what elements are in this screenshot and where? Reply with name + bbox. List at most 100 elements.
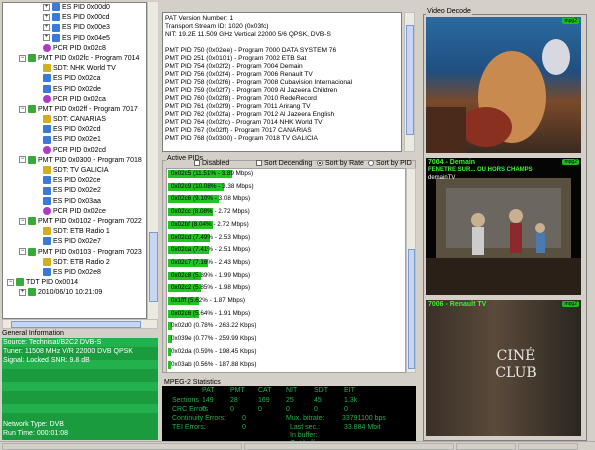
tree-item[interactable]: ES PID 0x02ce xyxy=(3,176,146,186)
tree-item[interactable]: +2010/06/10 10:21:09 xyxy=(3,288,146,298)
scroll-thumb[interactable] xyxy=(149,232,158,302)
pid-row-label: 0x1fff (5.62% - 1.87 Mbps) xyxy=(171,297,245,304)
tree-item[interactable]: − PMT PID 0x0102 - Program 7022 xyxy=(3,217,146,227)
stream-tree[interactable]: + ES PID 0x00d0 + ES PID 0x00cd + ES PID 0x00… xyxy=(2,2,147,319)
tree-item-label: ES PID 0x02e2 xyxy=(53,187,101,195)
sdt-icon xyxy=(43,166,51,175)
scroll-thumb[interactable] xyxy=(406,25,414,135)
expand-icon[interactable]: + xyxy=(43,24,50,32)
expand-icon[interactable]: + xyxy=(43,3,50,11)
status-pane xyxy=(2,443,242,450)
collapse-icon[interactable]: − xyxy=(19,156,26,164)
tree-item[interactable]: ES PID 0x02e8 xyxy=(3,268,146,278)
tree-item-label: SDT: NHK World TV xyxy=(53,65,116,73)
tree-item[interactable]: PCR PID 0x02cd xyxy=(3,145,146,156)
tree-item[interactable]: PCR PID 0x02c8 xyxy=(3,43,146,54)
pid-row[interactable]: 0x02bf (8.04% - 2.72 Mbps) xyxy=(168,220,249,230)
video-tile[interactable]: 7004 - Demain FENETRE SUR... OU HORS CHAM… xyxy=(426,158,581,295)
pid-row[interactable]: 0x02c2 (5.85% - 1.98 Mbps) xyxy=(168,283,250,293)
scroll-thumb[interactable] xyxy=(408,249,415,369)
crc-errors-value: 0 xyxy=(230,406,234,413)
es-icon xyxy=(43,196,51,205)
codec-badge: mpg2 xyxy=(562,159,579,165)
pid-row[interactable]: 0x1fff (5.62% - 1.87 Mbps) xyxy=(168,296,245,306)
tree-item-label: ES PID 0x00d0 xyxy=(62,4,110,11)
tree-item[interactable]: ES PID 0x02e2 xyxy=(3,186,146,196)
mux-bitrate-value: 33791100 bps xyxy=(342,415,386,422)
info-line: Transport Stream ID: 1020 (0x03fc) xyxy=(165,23,269,30)
stream-info-text[interactable]: PAT Version Number: 1 Transport Stream ID… xyxy=(162,12,402,152)
tree-item[interactable]: ES PID 0x03aa xyxy=(3,196,146,207)
sort-by-rate-radio[interactable]: Sort by Rate xyxy=(317,160,364,167)
tree-vertical-scrollbar[interactable] xyxy=(147,2,158,319)
pids-scrollbar[interactable] xyxy=(406,168,416,373)
pid-row[interactable]: 0x02c6 (5.64% - 1.91 Mbps) xyxy=(168,309,250,319)
tree-item[interactable]: ES PID 0x02de xyxy=(3,84,146,95)
tree-item[interactable]: ES PID 0x02e7 xyxy=(3,237,146,247)
tree-item[interactable]: SDT: TV GALICIA xyxy=(3,166,146,176)
tree-item[interactable]: − TDT PID 0x0014 xyxy=(3,278,146,288)
tree-item[interactable]: SDT: ETB Radio 1 xyxy=(3,227,146,237)
es-icon xyxy=(43,186,51,195)
pid-row[interactable]: 0x039e (0.77% - 259.99 Kbps) xyxy=(168,334,256,344)
pid-row[interactable]: 0x02da (0.59% - 198.45 Kbps) xyxy=(168,347,256,357)
pid-row[interactable]: 0x02c8 (5.89% - 1.99 Mbps) xyxy=(168,271,250,281)
tree-item[interactable]: SDT: NHK World TV xyxy=(3,64,146,74)
pid-row[interactable]: 0x02cc (8.08% - 2.72 Mbps) xyxy=(168,207,250,217)
info-scrollbar[interactable] xyxy=(404,12,415,152)
tree-horizontal-scrollbar[interactable] xyxy=(2,319,158,329)
sections-value: 45 xyxy=(314,397,322,404)
tree-item[interactable]: − PMT PID 0x0103 - Program 7023 xyxy=(3,247,146,258)
tree-item[interactable]: − PMT PID 0x0300 - Program 7018 xyxy=(3,155,146,166)
pid-row[interactable]: 0x02cd (7.49% - 2.53 Mbps) xyxy=(168,233,250,243)
pid-row[interactable]: 0x03ab (0.56% - 187.88 Kbps) xyxy=(168,360,256,370)
tree-item[interactable]: SDT: CANARIAS xyxy=(3,115,146,125)
info-line: PMT PID 768 (0x0300) - Program 7018 TV G… xyxy=(165,135,318,142)
sort-descending-checkbox[interactable]: Sort Decending xyxy=(256,160,312,167)
tree-item[interactable]: − PMT PID 0x02fc - Program 7014 xyxy=(3,54,146,64)
tree-item[interactable]: ES PID 0x02cd xyxy=(3,125,146,135)
tree-item-label: 2010/06/10 10:21:09 xyxy=(38,289,103,297)
pid-row[interactable]: 0x02c5 (11.51% - 3.89 Mbps) xyxy=(168,169,253,179)
expand-icon[interactable]: + xyxy=(43,34,50,42)
video-tile[interactable]: mpg2 xyxy=(426,17,581,153)
tree-item[interactable]: ES PID 0x02ca xyxy=(3,74,146,84)
collapse-icon[interactable]: − xyxy=(19,105,26,113)
tree-item[interactable]: + ES PID 0x00d0 xyxy=(3,3,146,13)
collapse-icon[interactable]: − xyxy=(19,248,26,256)
tree-item-label: ES PID 0x02e8 xyxy=(53,268,101,276)
active-pids-list[interactable]: 0x02c5 (11.51% - 3.89 Mbps) 0x02c9 (10.08… xyxy=(166,168,406,373)
collapse-icon[interactable]: − xyxy=(19,217,26,225)
tree-item[interactable]: PCR PID 0x02ce xyxy=(3,206,146,217)
es-icon xyxy=(43,125,51,134)
collapse-icon[interactable]: − xyxy=(7,278,14,286)
status-bar xyxy=(0,441,595,450)
tree-item[interactable]: + ES PID 0x00cd xyxy=(3,13,146,23)
pcr-icon xyxy=(43,206,51,215)
tree-item-label: PMT PID 0x0300 - Program 7018 xyxy=(38,156,142,164)
video-tile[interactable]: CINÉ CLUB 7006 - Renault TV mpg2 xyxy=(426,300,581,436)
scroll-thumb[interactable] xyxy=(11,321,141,328)
expand-icon[interactable]: + xyxy=(19,288,26,296)
pid-row-label: 0x03ab (0.56% - 187.88 Kbps) xyxy=(171,360,257,368)
tree-item[interactable]: ES PID 0x02e1 xyxy=(3,135,146,145)
tree-item[interactable]: + ES PID 0x00e3 xyxy=(3,23,146,33)
pid-row[interactable]: 0x02d0 (0.78% - 263.22 Kbps) xyxy=(168,321,256,331)
pid-row[interactable]: 0x02ca (7.41% - 2.51 Mbps) xyxy=(168,245,250,255)
pid-row[interactable]: 0x02c7 (7.16% - 2.43 Mbps) xyxy=(168,258,250,268)
es-icon xyxy=(52,23,60,32)
disabled-checkbox[interactable]: Disabled xyxy=(194,160,229,167)
tree-item-label: SDT: ETB Radio 2 xyxy=(53,258,110,266)
pid-row[interactable]: 0x02c6 (9.10% - 3.08 Mbps) xyxy=(168,194,250,204)
collapse-icon[interactable]: − xyxy=(19,54,26,62)
tree-item[interactable]: SDT: ETB Radio 2 xyxy=(3,257,146,268)
tree-item[interactable]: + ES PID 0x04e5 xyxy=(3,33,146,44)
sort-by-pid-radio[interactable]: Sort by PID xyxy=(368,160,412,167)
info-line: PMT PID 760 (0x02f8) - Program 7010 Rede… xyxy=(165,95,317,102)
tree-item[interactable]: PCR PID 0x02ca xyxy=(3,94,146,105)
expand-icon[interactable]: + xyxy=(43,13,50,21)
continuity-errors-value: 0 xyxy=(242,415,246,422)
tree-item[interactable]: − PMT PID 0x02ff - Program 7017 xyxy=(3,105,146,115)
info-line: PMT PID 762 (0x02fa) - Program 7012 Al J… xyxy=(165,111,335,118)
pid-row[interactable]: 0x02c9 (10.08% - 3.38 Mbps) xyxy=(168,182,254,192)
